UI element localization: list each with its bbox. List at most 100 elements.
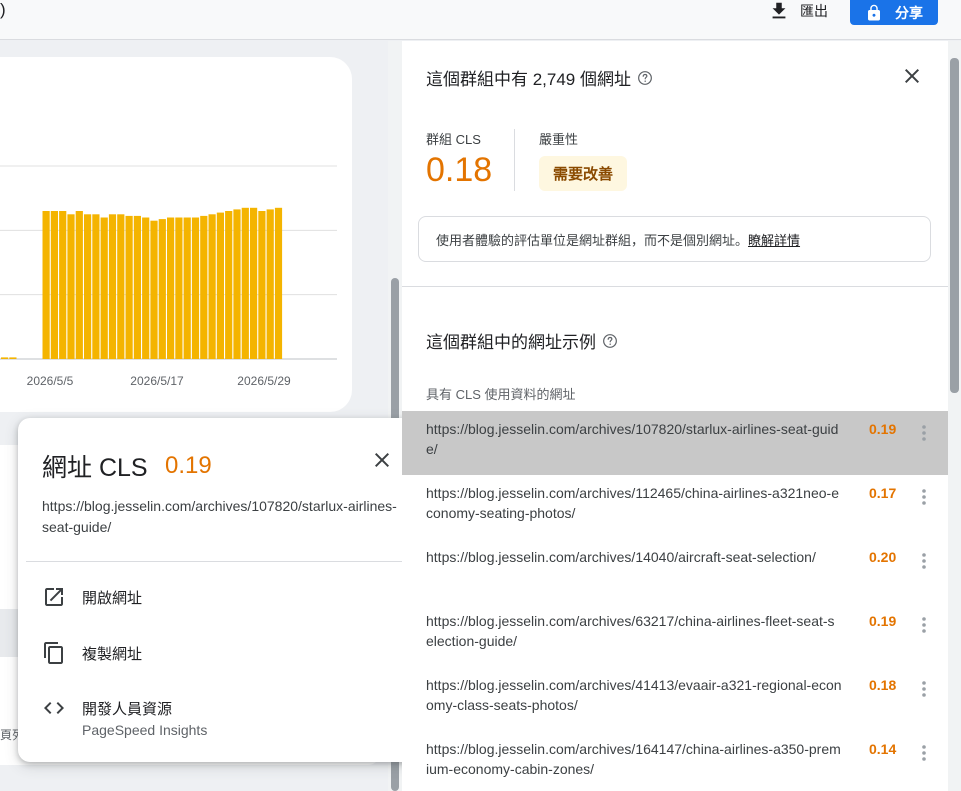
url-row[interactable]: https://blog.jesselin.com/archives/63217… <box>402 603 948 667</box>
title-fragment: ) <box>0 0 6 19</box>
learn-more-link[interactable]: 瞭解詳情 <box>748 230 800 249</box>
group-cls-label: 群組 CLS <box>426 132 481 147</box>
help-icon[interactable] <box>602 333 618 349</box>
url-row[interactable]: https://blog.jesselin.com/archives/41413… <box>402 667 948 731</box>
x-tick-label: 2026/5/5 <box>27 374 74 388</box>
x-tick-label: 2026/5/29 <box>237 374 291 388</box>
chart-bar[interactable] <box>75 211 83 359</box>
chart-bar[interactable] <box>42 211 50 359</box>
chart-bar[interactable] <box>142 217 150 360</box>
open-url-menu-item[interactable]: 開啟網址 <box>18 573 418 621</box>
chart-bar[interactable] <box>50 211 58 359</box>
chart-bar[interactable] <box>183 217 191 360</box>
metric-divider <box>514 129 515 191</box>
more-vert-icon[interactable] <box>916 487 932 507</box>
chart-bar[interactable] <box>67 214 75 360</box>
export-label: 匯出 <box>800 3 828 19</box>
examples-title: 這個群組中的網址示例 <box>426 333 596 352</box>
chart-bar[interactable] <box>241 207 249 359</box>
pagespeed-insights-label: PageSpeed Insights <box>82 722 208 738</box>
url-cls-value: 0.19 <box>869 613 897 629</box>
chart-bar[interactable] <box>225 211 233 359</box>
chart-bar[interactable] <box>133 215 141 359</box>
url-text: https://blog.jesselin.com/archives/10782… <box>426 421 839 457</box>
copy-icon <box>44 642 63 664</box>
export-button[interactable]: 匯出 <box>768 0 828 22</box>
url-column-header: 具有 CLS 使用資料的網址 <box>426 387 576 402</box>
chart-bar[interactable] <box>274 207 283 359</box>
chart-bar[interactable] <box>108 214 117 360</box>
chart-bar[interactable] <box>167 217 175 360</box>
chart-bar[interactable] <box>1 357 9 359</box>
url-row[interactable]: https://blog.jesselin.com/archives/14040… <box>402 539 948 603</box>
close-icon[interactable] <box>370 448 394 472</box>
panel-title: 這個群組中有 2,749 個網址 <box>426 70 631 89</box>
chart-bar[interactable] <box>84 214 92 360</box>
chart-bar[interactable] <box>125 215 133 359</box>
selected-row-fragment <box>0 609 20 657</box>
popup-url: https://blog.jesselin.com/archives/10782… <box>42 498 397 535</box>
url-cls-value: 0.18 <box>869 677 897 693</box>
severity-label: 嚴重性 <box>539 132 579 147</box>
chart-bar[interactable] <box>258 211 266 359</box>
popup-cls-value: 0.19 <box>165 452 212 479</box>
group-cls-value: 0.18 <box>426 151 493 189</box>
top-bar: ) 匯出 分享 <box>0 0 961 40</box>
more-vert-icon[interactable] <box>916 743 932 763</box>
more-vert-icon[interactable] <box>916 423 932 443</box>
help-icon[interactable] <box>637 70 653 86</box>
more-vert-icon[interactable] <box>916 551 932 571</box>
chart-card: 2026/5/5 2026/5/17 2026/5/29 <box>0 57 352 412</box>
lock-icon <box>868 4 880 20</box>
chart-bar[interactable] <box>266 209 274 359</box>
url-row[interactable]: https://blog.jesselin.com/archives/10782… <box>402 411 948 475</box>
x-tick-label: 2026/5/17 <box>130 374 184 388</box>
developer-resources-label: 開發人員資源 <box>82 701 173 718</box>
open-in-new-icon <box>45 588 63 606</box>
download-icon <box>772 2 786 19</box>
severity-badge: 需要改善 <box>539 156 627 191</box>
chart-bar[interactable] <box>250 207 258 359</box>
panel-header: 這個群組中有 2,749 個網址 <box>426 65 653 90</box>
close-icon[interactable] <box>900 64 924 88</box>
open-url-label: 開啟網址 <box>82 590 143 607</box>
share-button[interactable]: 分享 <box>850 0 938 25</box>
url-cls-popup: 網址 CLS 0.19 https://blog.jesselin.com/ar… <box>18 418 418 762</box>
chart-bar[interactable] <box>117 214 125 360</box>
chart-bar[interactable] <box>191 217 200 360</box>
chart-bar[interactable] <box>150 220 158 359</box>
chart-bar[interactable] <box>100 217 108 360</box>
url-text: https://blog.jesselin.com/archives/63217… <box>426 613 835 649</box>
chart-bar[interactable] <box>92 214 100 360</box>
copy-url-label: 複製網址 <box>82 646 143 663</box>
chart-bar[interactable] <box>208 214 216 360</box>
chart-bar[interactable] <box>158 219 166 359</box>
right-scrollbar-thumb[interactable] <box>950 58 959 393</box>
url-text: https://blog.jesselin.com/archives/11246… <box>426 485 839 521</box>
url-text: https://blog.jesselin.com/archives/14040… <box>426 549 816 565</box>
developer-resources-menu-item[interactable]: 開發人員資源 PageSpeed Insights <box>18 684 418 744</box>
chart-bar[interactable] <box>233 209 241 359</box>
code-icon <box>44 702 64 714</box>
url-cls-value: 0.19 <box>869 421 897 437</box>
url-cls-value: 0.14 <box>869 741 897 757</box>
url-row[interactable]: https://blog.jesselin.com/archives/11246… <box>402 475 948 539</box>
url-row[interactable]: https://blog.jesselin.com/archives/16414… <box>402 731 948 791</box>
chart-bar[interactable] <box>216 212 224 359</box>
info-text: 使用者體驗的評估單位是網址群組，而不是個別網址。 <box>436 232 749 248</box>
chart-bar[interactable] <box>200 215 208 359</box>
divider <box>26 561 410 562</box>
url-group-panel: 這個群組中有 2,749 個網址 群組 CLS 0.18 嚴重性 需要改善 使用… <box>402 41 948 791</box>
url-text: https://blog.jesselin.com/archives/16414… <box>426 741 841 777</box>
chart-bar[interactable] <box>175 217 183 360</box>
info-notice: 使用者體驗的評估單位是網址群組，而不是個別網址。 瞭解詳情 <box>418 216 931 262</box>
share-label: 分享 <box>895 4 923 21</box>
chart-bar[interactable] <box>9 357 17 359</box>
section-divider <box>402 286 948 287</box>
examples-header: 這個群組中的網址示例 <box>426 328 618 353</box>
copy-url-menu-item[interactable]: 複製網址 <box>18 629 418 677</box>
more-vert-icon[interactable] <box>916 615 932 635</box>
chart-bar[interactable] <box>59 211 67 359</box>
more-vert-icon[interactable] <box>916 679 932 699</box>
url-cls-value: 0.17 <box>869 485 897 501</box>
